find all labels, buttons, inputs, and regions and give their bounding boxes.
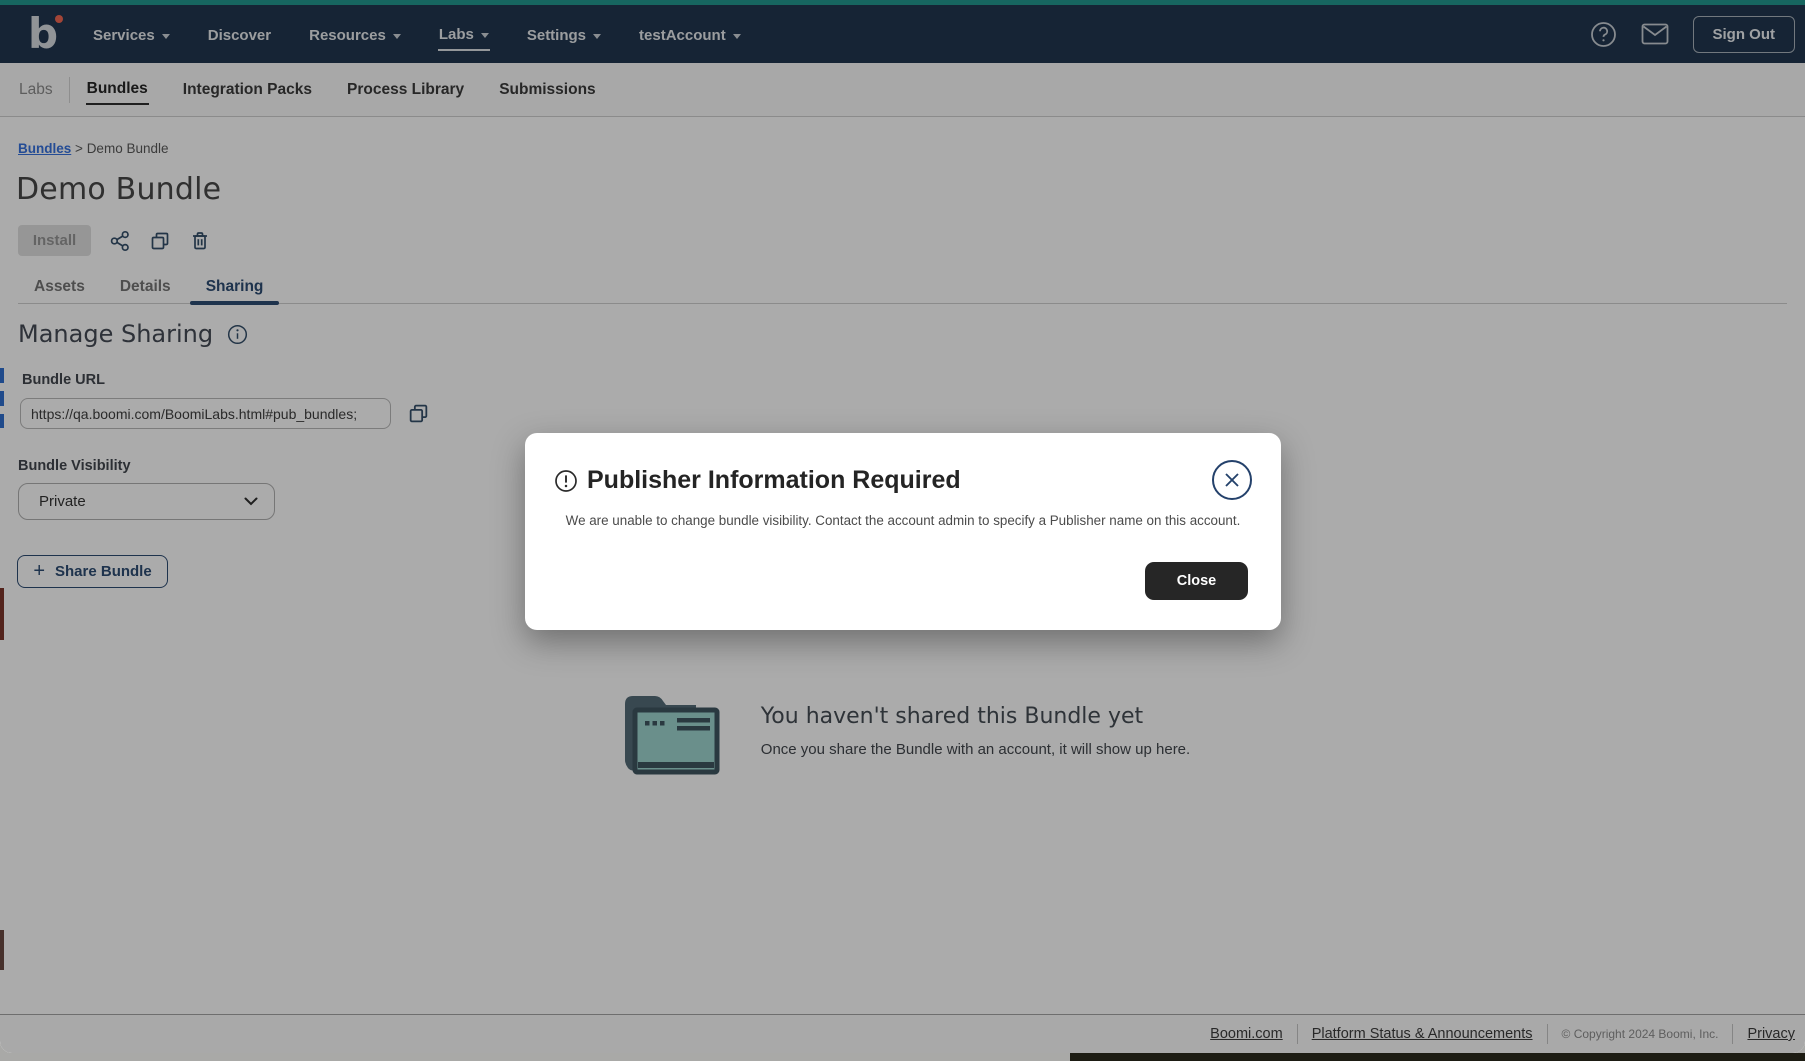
modal-body-text: We are unable to change bundle visibilit… bbox=[525, 513, 1281, 528]
desktop-strip bbox=[0, 1053, 1805, 1061]
modal-title-row: Publisher Information Required bbox=[554, 466, 961, 495]
publisher-info-modal: Publisher Information Required We are un… bbox=[525, 433, 1281, 630]
close-icon[interactable] bbox=[1212, 460, 1252, 500]
alert-icon bbox=[554, 469, 578, 493]
screen: b Services Discover Resources Labs bbox=[0, 0, 1805, 1061]
modal-title: Publisher Information Required bbox=[587, 466, 961, 495]
desktop-strip-dark bbox=[1070, 1053, 1805, 1061]
modal-close-button[interactable]: Close bbox=[1145, 562, 1248, 600]
